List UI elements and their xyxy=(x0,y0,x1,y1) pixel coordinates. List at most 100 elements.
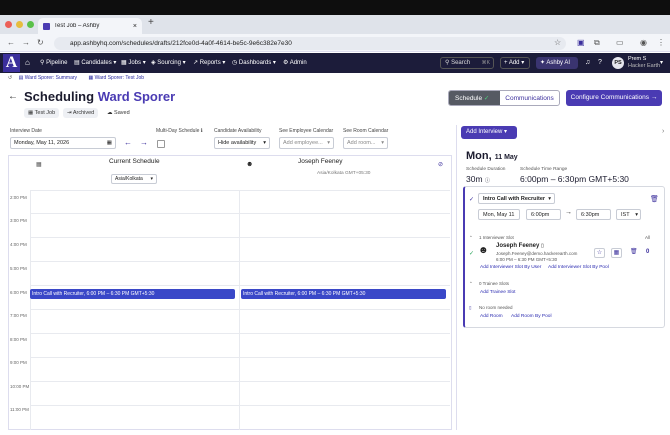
nav-admin[interactable]: ⚙ Admin xyxy=(283,53,307,73)
hour-label: 10:00 PM xyxy=(10,384,30,389)
title-candidate-name[interactable]: Ward Sporer xyxy=(98,89,176,104)
calendar-view-icon[interactable]: ▦ xyxy=(611,248,622,258)
nav-reports[interactable]: ↗ Reports ▾ xyxy=(193,53,225,73)
tab-schedule-label: Schedule xyxy=(455,95,483,102)
tab-communications[interactable]: Communications xyxy=(500,91,559,105)
ashby-ai-button[interactable]: ✦ Ashby AI xyxy=(536,57,578,69)
end-time-field[interactable]: 6:30pm xyxy=(576,209,611,220)
all-toggle[interactable]: All xyxy=(645,235,650,240)
multiday-checkbox[interactable] xyxy=(157,140,165,148)
add-button[interactable]: + Add ▾ xyxy=(500,57,530,69)
hide-calendar-icon[interactable]: ⊘ xyxy=(438,161,443,168)
add-slot-by-user-link[interactable]: Add Interviewer Slot By User xyxy=(480,265,541,270)
collapse-icon[interactable]: ⌃ xyxy=(469,281,473,287)
crumb-test-job-label: Ward Sporer: Test Job xyxy=(94,75,145,81)
hour-label: 2:00 PM xyxy=(10,195,27,200)
room-status: No room needed xyxy=(479,305,513,310)
help-icon[interactable]: ? xyxy=(598,53,602,73)
interviewer-slot-count: 1 Interviewer Slot xyxy=(479,235,514,240)
room-calendar-label: See Room Calendar xyxy=(343,128,389,134)
interview-date-picker[interactable]: Monday, May 11, 2026 ▦ xyxy=(10,137,116,149)
tab-schedule[interactable]: Schedule ✓ xyxy=(449,91,500,105)
search-button[interactable]: ⚲ Search ⌘K xyxy=(440,57,494,69)
start-time-field[interactable]: 6:00pm xyxy=(526,209,561,220)
add-trainee-link[interactable]: Add Trainee Slot xyxy=(480,290,515,295)
interviewer-name[interactable]: Joseph Feeney ▯ xyxy=(496,243,544,249)
grid-line xyxy=(30,237,450,238)
url-bar[interactable]: app.ashbyhq.com/schedules/drafts/212fce0… xyxy=(54,37,566,50)
view-toggle: Schedule ✓ Communications xyxy=(448,90,560,106)
chevron-right-icon[interactable]: › xyxy=(662,128,664,135)
browser-menu-icon[interactable]: ⋮ xyxy=(657,34,665,52)
close-tab-icon[interactable]: × xyxy=(133,23,137,30)
crumb-test-job[interactable]: ▦ Ward Sporer: Test Job xyxy=(88,75,149,81)
grid-line xyxy=(30,309,450,310)
puzzle-extensions-icon[interactable]: ⧉ xyxy=(594,34,600,52)
hour-label: 7:00 PM xyxy=(10,313,27,318)
nav-sourcing[interactable]: ◈ Sourcing ▾ xyxy=(151,53,186,73)
chevron-down-icon: ▾ xyxy=(635,212,638,218)
next-day-icon[interactable]: → xyxy=(140,138,148,147)
new-tab-icon[interactable]: + xyxy=(148,17,154,28)
maximize-window-icon[interactable] xyxy=(27,21,34,28)
add-interview-button[interactable]: Add Interview ▾ xyxy=(461,126,517,139)
archived-chip-label: Archived xyxy=(72,110,95,116)
user-org: Hacker Earth xyxy=(628,63,661,69)
nav-pipeline[interactable]: ⚲ Pipeline xyxy=(40,53,67,73)
hour-label: 3:00 PM xyxy=(10,218,27,223)
ashby-logo[interactable]: A xyxy=(3,54,20,72)
search-shortcut: ⌘K xyxy=(481,60,490,66)
availability-value: Hide availability xyxy=(218,140,257,146)
user-avatar[interactable]: PS xyxy=(612,57,624,69)
home-icon[interactable]: ⌂ xyxy=(25,53,30,73)
multiday-label-text: Multi-Day Schedule xyxy=(156,128,200,134)
user-menu[interactable]: Prem S Hacker Earth xyxy=(628,56,660,70)
interview-date-field[interactable]: Mon, May 11 xyxy=(478,209,520,220)
configure-communications-button[interactable]: Configure Communications → xyxy=(566,90,662,106)
nav-dashboards[interactable]: ◷ Dashboards ▾ xyxy=(232,53,276,73)
chevron-down-icon: ▾ xyxy=(150,176,153,182)
room-calendar-select[interactable]: Add room... ▾ xyxy=(343,137,388,149)
back-arrow-icon[interactable]: ← xyxy=(7,34,15,52)
back-arrow-icon[interactable]: ← xyxy=(8,91,18,102)
availability-select[interactable]: Hide availability ▾ xyxy=(214,137,270,149)
job-chip[interactable]: ▦ Test Job xyxy=(24,108,60,118)
crumb-summary[interactable]: ▤ Ward Sporer: Summary xyxy=(19,75,82,81)
browser-tab[interactable]: Test Job – Ashby × xyxy=(38,18,142,34)
duration-text: 30m xyxy=(466,174,483,184)
grid-line xyxy=(30,333,450,334)
calendar-icon: ▦ xyxy=(106,140,112,146)
date-day: Mon, xyxy=(466,150,492,162)
employee-calendar-select[interactable]: Add employee... ▾ xyxy=(279,137,334,149)
delete-interview-icon[interactable]: 🗑 xyxy=(650,195,659,203)
collapse-icon[interactable]: ⌃ xyxy=(469,235,473,241)
star-icon[interactable]: ☆ xyxy=(594,248,605,258)
remove-interviewer-icon[interactable]: 🗑 xyxy=(630,248,638,255)
profile-icon[interactable]: ◉ xyxy=(640,34,647,52)
multiday-label: Multi-Day Schedule ℹ xyxy=(156,128,203,134)
forward-arrow-icon[interactable]: → xyxy=(22,34,30,52)
reload-icon[interactable]: ↻ xyxy=(37,34,44,52)
timezone-select[interactable]: Asia/Kolkata ▾ xyxy=(111,174,157,184)
minimize-window-icon[interactable] xyxy=(16,21,23,28)
add-room-link[interactable]: Add Room xyxy=(480,314,503,319)
bookmark-star-icon[interactable]: ☆ xyxy=(554,34,561,52)
add-slot-by-pool-link[interactable]: Add Interviewer Slot By Pool xyxy=(548,265,609,270)
nav-candidates[interactable]: ▤ Candidates ▾ xyxy=(74,53,116,73)
nav-jobs[interactable]: ▦ Jobs ▾ xyxy=(121,53,146,73)
interview-type-select[interactable]: Intro Call with Recruiter ▾ xyxy=(478,193,555,204)
sidepanel-icon[interactable]: ▭ xyxy=(616,34,624,52)
close-window-icon[interactable] xyxy=(5,21,12,28)
nav-jobs-label: Jobs xyxy=(128,60,142,66)
employee-placeholder: Add employee... xyxy=(283,140,323,146)
extension-icon[interactable]: ▣ xyxy=(577,34,585,52)
notification-bell-icon[interactable]: ♫ xyxy=(585,53,590,73)
prev-day-icon[interactable]: ← xyxy=(124,138,132,147)
add-room-pool-link[interactable]: Add Room By Pool xyxy=(511,314,552,319)
nav-candidates-label: Candidates xyxy=(81,60,112,66)
calendar-event[interactable]: Intro Call with Recruiter, 6:00 PM – 6:3… xyxy=(241,289,446,299)
calendar-event[interactable]: Intro Call with Recruiter, 6:00 PM – 6:3… xyxy=(30,289,235,299)
history-icon[interactable]: ↺ xyxy=(8,75,12,81)
timezone-field[interactable]: IST ▾ xyxy=(616,209,641,220)
saved-status: ☁ Saved xyxy=(103,108,134,118)
